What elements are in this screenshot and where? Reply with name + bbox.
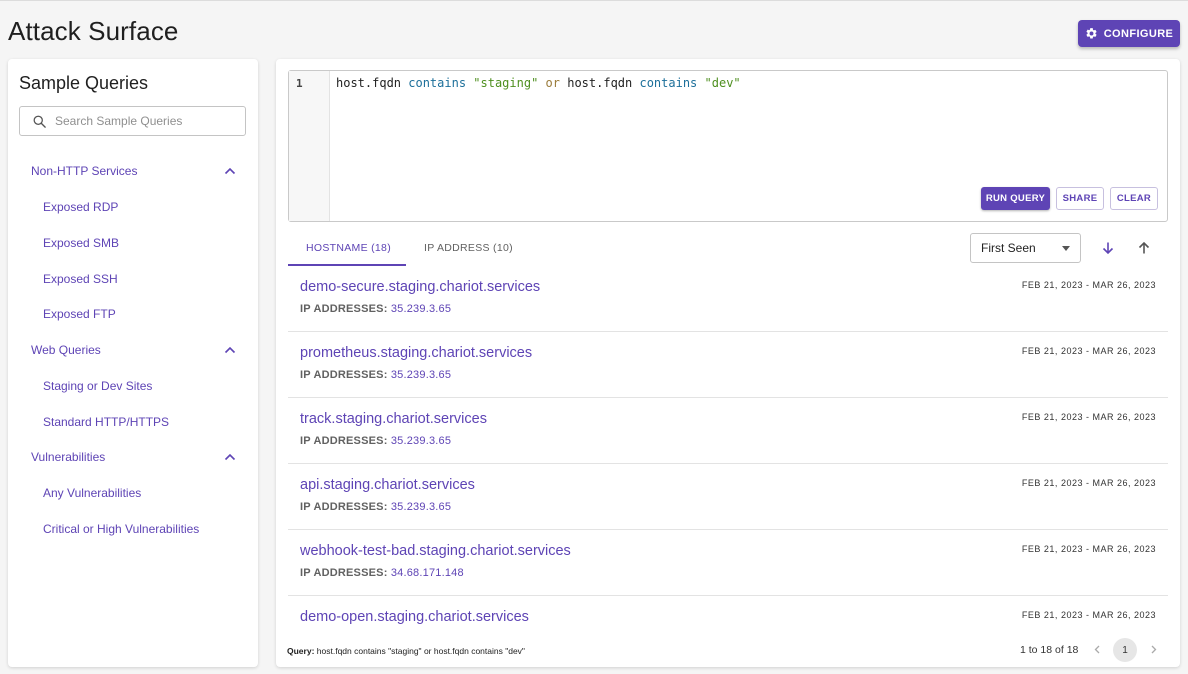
- sort-ascending-button[interactable]: [1135, 239, 1153, 257]
- dropdown-caret-icon: [1062, 245, 1070, 251]
- chevron-up-icon: [224, 453, 236, 461]
- sort-select[interactable]: First Seen: [970, 233, 1081, 263]
- arrow-down-icon: [1102, 242, 1114, 255]
- ip-label: IP ADDRESSES:: [300, 567, 388, 579]
- query-exposed-smb[interactable]: Exposed SMB: [43, 236, 119, 250]
- hostname-link[interactable]: webhook-test-bad.staging.chariot.service…: [300, 543, 571, 559]
- share-button[interactable]: SHARE: [1056, 187, 1104, 210]
- result-row[interactable]: demo-secure.staging.chariot.services FEB…: [288, 266, 1168, 332]
- hostname-link[interactable]: demo-secure.staging.chariot.services: [300, 279, 540, 295]
- results-list: demo-secure.staging.chariot.services FEB…: [288, 266, 1168, 624]
- previous-page-button[interactable]: [1089, 641, 1105, 657]
- gear-icon: [1086, 28, 1097, 39]
- hostname-link[interactable]: track.staging.chariot.services: [300, 411, 487, 427]
- ip-label: IP ADDRESSES:: [300, 369, 388, 381]
- category-label: Web Queries: [31, 343, 101, 357]
- query-code-line[interactable]: host.fqdn contains "staging" or host.fqd…: [336, 76, 741, 90]
- search-box: [19, 106, 246, 136]
- code-token: host.fqdn: [560, 76, 640, 90]
- ip-addresses: IP ADDRESSES: 34.68.171.148: [300, 567, 464, 579]
- category-label: Vulnerabilities: [31, 450, 106, 464]
- result-row[interactable]: demo-open.staging.chariot.services FEB 2…: [288, 596, 1168, 624]
- sort-selected-value: First Seen: [981, 241, 1036, 255]
- ip-link[interactable]: 34.68.171.148: [391, 567, 464, 579]
- sort-descending-button[interactable]: [1099, 239, 1117, 257]
- ip-label: IP ADDRESSES:: [300, 501, 388, 513]
- result-row[interactable]: track.staging.chariot.services FEB 21, 2…: [288, 398, 1168, 464]
- arrow-up-icon: [1138, 241, 1150, 254]
- date-range: FEB 21, 2023 - MAR 26, 2023: [1021, 610, 1156, 620]
- query-staging-or-dev-sites[interactable]: Staging or Dev Sites: [43, 379, 152, 393]
- page-title: Attack Surface: [8, 16, 179, 46]
- ip-label: IP ADDRESSES:: [300, 303, 388, 315]
- query-standard-http-https[interactable]: Standard HTTP/HTTPS: [43, 415, 169, 429]
- date-range: FEB 21, 2023 - MAR 26, 2023: [1021, 346, 1156, 356]
- hostname-link[interactable]: demo-open.staging.chariot.services: [300, 609, 529, 624]
- configure-button[interactable]: CONFIGURE: [1078, 20, 1180, 47]
- ip-link[interactable]: 35.239.3.65: [391, 303, 451, 315]
- category-label: Non-HTTP Services: [31, 164, 138, 178]
- result-row[interactable]: prometheus.staging.chariot.services FEB …: [288, 332, 1168, 398]
- ip-link[interactable]: 35.239.3.65: [391, 501, 451, 513]
- clear-button[interactable]: CLEAR: [1110, 187, 1158, 210]
- search-icon: [33, 115, 46, 128]
- sample-queries-panel: Sample Queries Non-HTTP Services Exposed…: [8, 59, 258, 667]
- query-text: host.fqdn contains "staging" or host.fqd…: [316, 646, 525, 656]
- ip-addresses: IP ADDRESSES: 35.239.3.65: [300, 501, 451, 513]
- ip-addresses: IP ADDRESSES: 35.239.3.65: [300, 303, 451, 315]
- query-exposed-ssh[interactable]: Exposed SSH: [43, 272, 118, 286]
- line-number: 1: [296, 77, 303, 90]
- query-any-vulnerabilities[interactable]: Any Vulnerabilities: [43, 486, 141, 500]
- code-string: "staging": [473, 76, 539, 90]
- query-exposed-rdp[interactable]: Exposed RDP: [43, 200, 118, 214]
- search-input[interactable]: [55, 114, 235, 128]
- tab-ip-address[interactable]: IP ADDRESS (10): [424, 242, 513, 254]
- code-operator: or: [545, 76, 560, 90]
- ip-addresses: IP ADDRESSES: 35.239.3.65: [300, 435, 451, 447]
- query-critical-or-high-vulnerabilities[interactable]: Critical or High Vulnerabilities: [43, 522, 199, 536]
- code-keyword: contains: [639, 76, 698, 90]
- code-keyword: contains: [408, 76, 467, 90]
- line-gutter: 1: [289, 71, 330, 221]
- footer-query-summary: Query: host.fqdn contains "staging" or h…: [287, 646, 525, 656]
- sidebar-title: Sample Queries: [19, 73, 149, 93]
- current-page-button[interactable]: 1: [1113, 638, 1137, 662]
- category-vulnerabilities[interactable]: Vulnerabilities: [31, 450, 236, 464]
- date-range: FEB 21, 2023 - MAR 26, 2023: [1021, 412, 1156, 422]
- hostname-link[interactable]: api.staging.chariot.services: [300, 477, 475, 493]
- configure-label: CONFIGURE: [1103, 27, 1174, 40]
- pager-count: 1 to 18 of 18: [1020, 644, 1079, 656]
- category-non-http-services[interactable]: Non-HTTP Services: [31, 164, 236, 178]
- next-page-button[interactable]: [1145, 641, 1161, 657]
- chevron-left-icon: [1094, 645, 1099, 653]
- run-query-button[interactable]: RUN QUERY: [981, 187, 1050, 210]
- date-range: FEB 21, 2023 - MAR 26, 2023: [1021, 280, 1156, 290]
- code-token: host.fqdn: [336, 76, 409, 90]
- chevron-right-icon: [1151, 645, 1156, 653]
- ip-link[interactable]: 35.239.3.65: [391, 435, 451, 447]
- date-range: FEB 21, 2023 - MAR 26, 2023: [1021, 478, 1156, 488]
- date-range: FEB 21, 2023 - MAR 26, 2023: [1021, 544, 1156, 554]
- ip-label: IP ADDRESSES:: [300, 435, 388, 447]
- hostname-link[interactable]: prometheus.staging.chariot.services: [300, 345, 532, 361]
- result-row[interactable]: api.staging.chariot.services FEB 21, 202…: [288, 464, 1168, 530]
- category-web-queries[interactable]: Web Queries: [31, 343, 236, 357]
- query-exposed-ftp[interactable]: Exposed FTP: [43, 307, 116, 321]
- chevron-up-icon: [224, 167, 236, 175]
- query-results-panel: 1 host.fqdn contains "staging" or host.f…: [276, 59, 1180, 667]
- tab-hostname[interactable]: HOSTNAME (18): [306, 242, 391, 254]
- chevron-up-icon: [224, 346, 236, 354]
- query-label: Query:: [287, 646, 315, 656]
- result-row[interactable]: webhook-test-bad.staging.chariot.service…: [288, 530, 1168, 596]
- query-editor[interactable]: 1 host.fqdn contains "staging" or host.f…: [288, 70, 1168, 222]
- ip-addresses: IP ADDRESSES: 35.239.3.65: [300, 369, 451, 381]
- ip-link[interactable]: 35.239.3.65: [391, 369, 451, 381]
- code-string: "dev": [704, 76, 741, 90]
